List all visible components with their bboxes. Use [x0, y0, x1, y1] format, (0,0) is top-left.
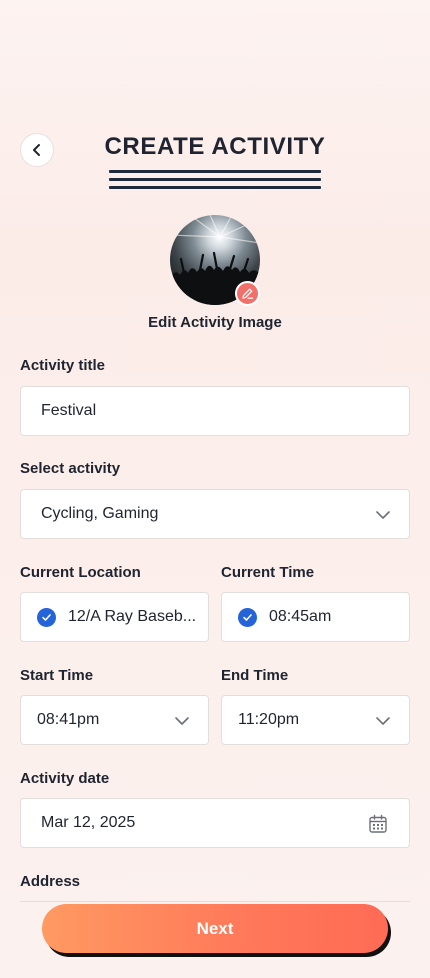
current-time-label: Current Time	[221, 564, 315, 581]
chevron-down-icon	[376, 717, 390, 725]
activity-date-value: Mar 12, 2025	[41, 814, 136, 831]
address-label: Address	[20, 873, 81, 890]
select-activity-label: Select activity	[20, 460, 121, 477]
select-activity-value: Cycling, Gaming	[41, 505, 159, 522]
check-circle-icon	[37, 607, 56, 627]
edit-image-button[interactable]	[235, 281, 260, 306]
start-time-label: Start Time	[20, 667, 94, 684]
start-time-dropdown[interactable]: 08:41pm	[20, 695, 209, 745]
next-button[interactable]: Next	[42, 904, 388, 953]
chevron-down-icon	[175, 717, 189, 725]
check-circle-icon	[238, 607, 257, 627]
current-location-field[interactable]: 12/A Ray Baseb...	[20, 592, 209, 642]
current-location-label: Current Location	[20, 564, 141, 581]
create-activity-screen: CREATE ACTIVITY Edit Activity Image Acti…	[0, 0, 430, 978]
start-time-value: 08:41pm	[37, 711, 100, 728]
activity-title-input[interactable]: Festival	[20, 386, 410, 436]
address-input-edge[interactable]	[20, 901, 410, 902]
select-activity-dropdown[interactable]: Cycling, Gaming	[20, 489, 410, 539]
pencil-icon	[242, 288, 254, 299]
activity-title-value: Festival	[41, 402, 97, 419]
edit-image-label: Edit Activity Image	[148, 314, 282, 331]
title-underline-decoration	[109, 170, 321, 194]
current-location-value: 12/A Ray Baseb...	[68, 608, 197, 625]
current-time-field[interactable]: 08:45am	[221, 592, 410, 642]
chevron-down-icon	[376, 511, 390, 519]
end-time-dropdown[interactable]: 11:20pm	[221, 695, 410, 745]
activity-date-label: Activity date	[20, 770, 110, 787]
calendar-icon[interactable]	[368, 814, 388, 834]
end-time-value: 11:20pm	[238, 711, 300, 728]
activity-title-label: Activity title	[20, 357, 106, 374]
page-title: CREATE ACTIVITY	[104, 133, 326, 160]
current-time-value: 08:45am	[269, 608, 332, 625]
end-time-label: End Time	[221, 667, 289, 684]
activity-date-input[interactable]: Mar 12, 2025	[20, 798, 410, 848]
